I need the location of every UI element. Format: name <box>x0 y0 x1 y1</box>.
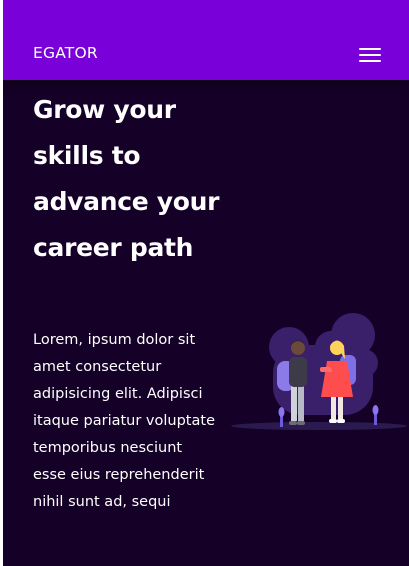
boy-shoe <box>289 421 297 425</box>
boy-shoe <box>297 421 305 425</box>
navbar: EGATOR <box>3 0 409 80</box>
girl-arm <box>320 367 332 372</box>
hero-description: Lorem, ipsum dolor sit amet consectetur … <box>33 332 215 510</box>
plant-shape <box>372 405 379 415</box>
ground-shadow <box>231 422 407 430</box>
hamburger-menu-icon[interactable] <box>359 48 381 62</box>
page: EGATOR Grow your skills to advance your … <box>3 0 409 566</box>
girl-shoe <box>329 419 337 423</box>
boy-shirt <box>289 357 307 387</box>
boy-leg <box>291 383 297 421</box>
hamburger-line <box>359 60 381 62</box>
hero-title: Grow your skills to advance your career … <box>33 95 220 262</box>
students-illustration <box>231 313 407 430</box>
brand-logo[interactable]: EGATOR <box>33 44 98 62</box>
boy-head <box>291 341 305 355</box>
girl-shoe <box>337 419 345 423</box>
plant-shape <box>278 407 285 417</box>
hamburger-line <box>359 48 381 50</box>
hamburger-line <box>359 54 381 56</box>
boy-leg <box>298 383 304 421</box>
